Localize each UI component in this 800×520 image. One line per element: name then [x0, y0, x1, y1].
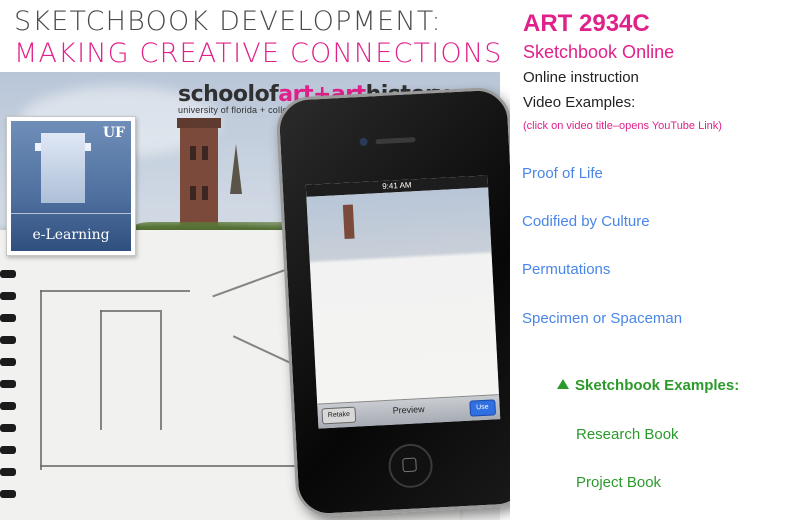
course-info-panel: ART 2934C Sketchbook Online Online instr…: [520, 0, 800, 520]
church-spire: [230, 144, 242, 194]
sketchbook-examples-label: Sketchbook Examples:: [575, 377, 740, 394]
logo-part-1: schoolof: [178, 82, 279, 107]
spiral-binding: [0, 270, 16, 520]
triangle-up-icon: [557, 379, 569, 389]
research-book-link[interactable]: Research Book: [576, 426, 679, 443]
hero-image: SKETCHBOOK DEVELOPMENT: MAKING CREATIVE …: [0, 0, 510, 520]
use-button: Use: [468, 399, 497, 417]
youtube-note: (click on video title–opens YouTube Link…: [523, 120, 722, 132]
sketch-stroke: [160, 310, 162, 430]
video-link-specimen-or-spaceman[interactable]: Specimen or Spaceman: [522, 310, 682, 327]
sketch-stroke: [100, 310, 102, 430]
sketch-stroke: [40, 465, 300, 467]
project-book-link[interactable]: Project Book: [576, 474, 661, 491]
uf-elearning-badge: UF e-Learning: [6, 116, 136, 256]
smartphone-illustration: 9:41 AM Retake Preview Use: [275, 86, 510, 518]
uf-mark: UF: [102, 125, 125, 141]
video-link-permutations[interactable]: Permutations: [522, 261, 610, 278]
video-link-codified-by-culture[interactable]: Codified by Culture: [522, 213, 650, 230]
course-name: Sketchbook Online: [523, 42, 675, 62]
sketchbook-examples-header[interactable]: Sketchbook Examples:: [557, 377, 739, 394]
elearning-label: e-Learning: [32, 227, 110, 243]
phone-screen: 9:41 AM Retake Preview Use: [305, 175, 501, 429]
page-title-line-1: SKETCHBOOK DEVELOPMENT:: [14, 6, 442, 37]
page-title-line-2: MAKING CREATIVE CONNECTIONS: [14, 38, 503, 69]
video-link-proof-of-life[interactable]: Proof of Life: [522, 165, 603, 182]
sketch-stroke: [40, 290, 42, 470]
course-code: ART 2934C: [523, 10, 650, 37]
camera-preview: [306, 187, 500, 407]
online-instruction-label: Online instruction: [523, 69, 639, 86]
video-examples-label: Video Examples:: [523, 94, 636, 111]
sketch-stroke: [40, 290, 190, 292]
tower-icon: [41, 133, 85, 203]
sketch-stroke: [100, 310, 160, 312]
